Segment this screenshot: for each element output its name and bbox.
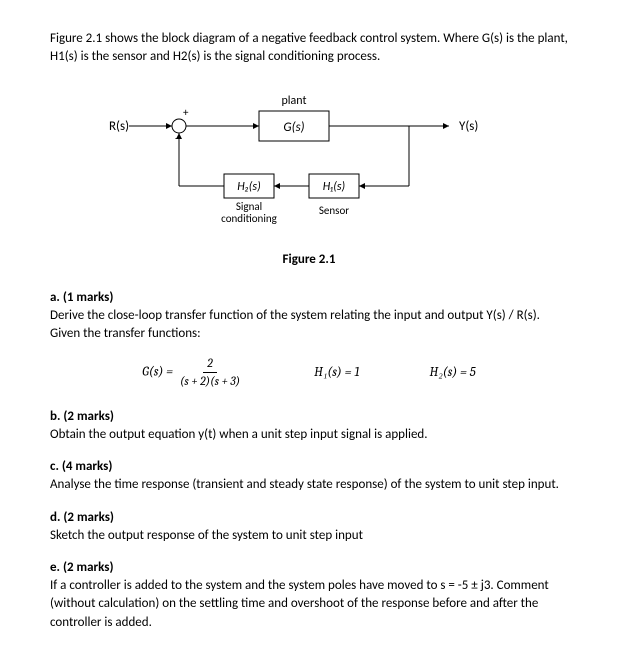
part-d-text: Sketch the output response of the system… — [50, 527, 568, 545]
part-c-text: Analyse the time response (transient and… — [50, 476, 568, 494]
output-label: Y(s) — [459, 119, 478, 134]
part-a-text: Derive the close-loop transfer function … — [50, 307, 568, 343]
h1-label: Sensor — [319, 204, 349, 217]
part-e: e. (2 marks) If a controller is added to… — [50, 559, 568, 632]
part-b: b. (2 marks) Obtain the output equation … — [50, 408, 568, 444]
input-label: R(s) — [109, 119, 129, 134]
figure-caption: Figure 2.1 — [109, 251, 509, 269]
part-b-head: b. (2 marks) — [50, 408, 568, 426]
part-c-head: c. (4 marks) — [50, 458, 568, 476]
plant-block: G(s) — [283, 120, 304, 135]
h2-block: H₂(s) — [237, 180, 260, 194]
part-c: c. (4 marks) Analyse the time response (… — [50, 458, 568, 494]
eq-h2: H₂(s) = 5 — [430, 364, 476, 382]
equations: G(s) = 2 (s + 2)(s + 3) H₁(s) = 1 H₂(s) … — [50, 355, 568, 390]
h2-label2: conditioning — [221, 212, 277, 225]
intro-text: Figure 2.1 shows the block diagram of a … — [50, 30, 568, 66]
eq-h1: H₁(s) = 1 — [314, 364, 359, 382]
part-d: d. (2 marks) Sketch the output response … — [50, 509, 568, 545]
part-e-head: e. (2 marks) — [50, 559, 568, 577]
part-b-text: Obtain the output equation y(t) when a u… — [50, 426, 568, 444]
part-d-head: d. (2 marks) — [50, 509, 568, 527]
eq-g: G(s) = 2 (s + 2)(s + 3) — [142, 355, 244, 390]
block-diagram: + - R(s) G(s) plant Y(s) H₁(s) Sensor H₂… — [109, 86, 509, 268]
svg-text:+: + — [183, 106, 189, 119]
part-a: a. (1 marks) Derive the close-loop trans… — [50, 289, 568, 390]
plant-label: plant — [281, 94, 306, 108]
part-a-head: a. (1 marks) — [50, 289, 568, 307]
h1-block: H₁(s) — [323, 180, 345, 194]
